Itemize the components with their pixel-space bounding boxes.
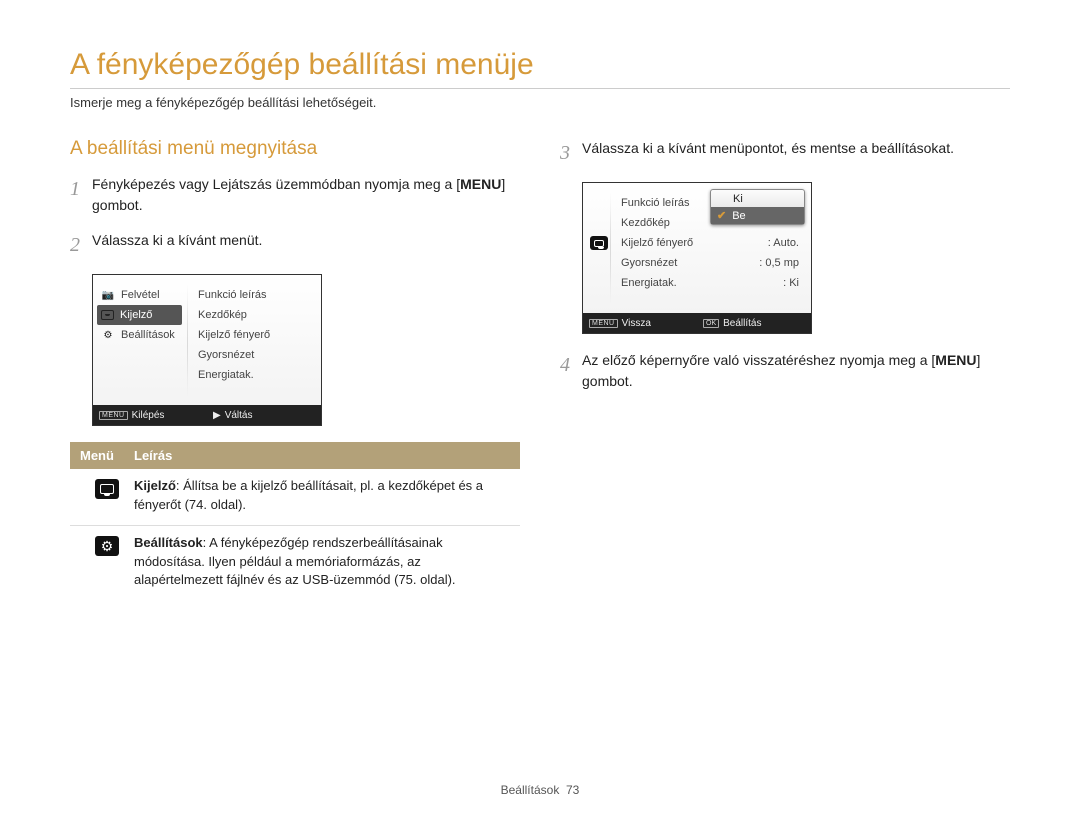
gear-icon: ⚙ [95,536,119,556]
label: Beállítások [121,329,175,341]
step-text: Az előző képernyőre való visszatéréshez … [582,350,1010,392]
label: Kijelző [120,309,152,321]
label: Felvétel [121,289,160,301]
menu-item-kijelzo-selected: Kijelző [97,305,182,325]
th-desc: Leírás [134,448,510,463]
footer-section-label: Beállítások [501,783,560,797]
step-4: 4 Az előző képernyőre való visszatéréshe… [560,350,1010,392]
submenu-item: Kijelző fényerő [198,325,315,345]
row-title: Beállítások [134,535,203,550]
table-row: Kijelző: Állítsa be a kijelző beállítása… [70,469,520,526]
display-icon [101,310,114,320]
step-text-frag: Az előző képernyőre való visszatéréshez … [582,352,935,368]
submenu-item: Gyorsnézet [198,345,315,365]
row-title: Kijelző [134,478,176,493]
menu-keyword: MENU [460,176,501,192]
step-number: 2 [70,230,92,260]
section-heading: A beállítási menü megnyitása [70,138,520,160]
screenshot-footer: MENU Kilépés ▶ Váltás [93,405,321,425]
step-text: Fényképezés vagy Lejátszás üzemmódban ny… [92,174,520,216]
step-1: 1 Fényképezés vagy Lejátszás üzemmódban … [70,174,520,216]
submenu-item: Kezdőkép [198,305,315,325]
check-icon: ✔ [717,209,726,222]
footer-label-left: Vissza [622,318,651,329]
kv-row: Energiatak.: Ki [621,273,803,293]
table-row: ⚙ Beállítások: A fényképezőgép rendszerb… [70,526,520,601]
kv-row: Gyorsnézet: 0,5 mp [621,253,803,273]
page-title: A fényképezőgép beállítási menüje [70,48,1010,82]
ok-tag-icon: OK [703,319,719,328]
menu-item-felvetel: 📷 Felvétel [101,285,182,305]
submenu-item: Funkció leírás [198,285,315,305]
step-number: 1 [70,174,92,216]
footer-label-left: Kilépés [132,410,165,421]
step-text-frag: Fényképezés vagy Lejátszás üzemmódban ny… [92,176,460,192]
step-text: Válassza ki a kívánt menüpontot, és ment… [582,138,1010,168]
kv-row: Kijelző fényerő: Auto. [621,233,803,253]
menu-tag-icon: MENU [99,411,128,420]
menu-tag-icon: MENU [589,319,618,328]
left-column: A beállítási menü megnyitása 1 Fényképez… [70,138,520,600]
display-icon [95,479,119,499]
row-desc: : Állítsa be a kijelző beállításait, pl.… [134,478,483,512]
menu-item-beallitasok: ⚙ Beállítások [101,325,182,345]
display-icon-active [589,233,609,253]
submenu-item: Energiatak. [198,365,315,385]
step-number: 3 [560,138,582,168]
menu-keyword: MENU [935,352,976,368]
step-2: 2 Válassza ki a kívánt menüt. [70,230,520,260]
page-footer: Beállítások 73 [0,783,1080,797]
step-number: 4 [560,350,582,392]
page-number: 73 [566,783,579,797]
table-header: Menü Leírás [70,442,520,469]
popup-option-be-selected: ✔Be [711,207,804,224]
camera-screenshot-option: Funkció leírás Kezdőkép Kijelző fényerő:… [582,182,812,334]
right-column: 3 Válassza ki a kívánt menüpontot, és me… [560,138,1010,600]
screenshot-footer: MENU Vissza OK Beállítás [583,313,811,333]
page-subtitle: Ismerje meg a fényképezőgép beállítási l… [70,88,1010,110]
camera-screenshot-menu: 📷 Felvétel Kijelző ⚙ Beállítások Funkció… [92,274,322,426]
arrow-right-icon: ▶ [213,410,221,421]
camera-icon: 📷 [101,288,115,302]
option-popup: Ki ✔Be [710,189,805,225]
popup-option-ki: Ki [711,190,804,207]
step-text: Válassza ki a kívánt menüt. [92,230,520,260]
th-menu: Menü [80,448,134,463]
gear-icon: ⚙ [101,328,115,342]
footer-label-right: Váltás [225,410,253,421]
footer-label-right: Beállítás [723,318,761,329]
step-3: 3 Válassza ki a kívánt menüpontot, és me… [560,138,1010,168]
